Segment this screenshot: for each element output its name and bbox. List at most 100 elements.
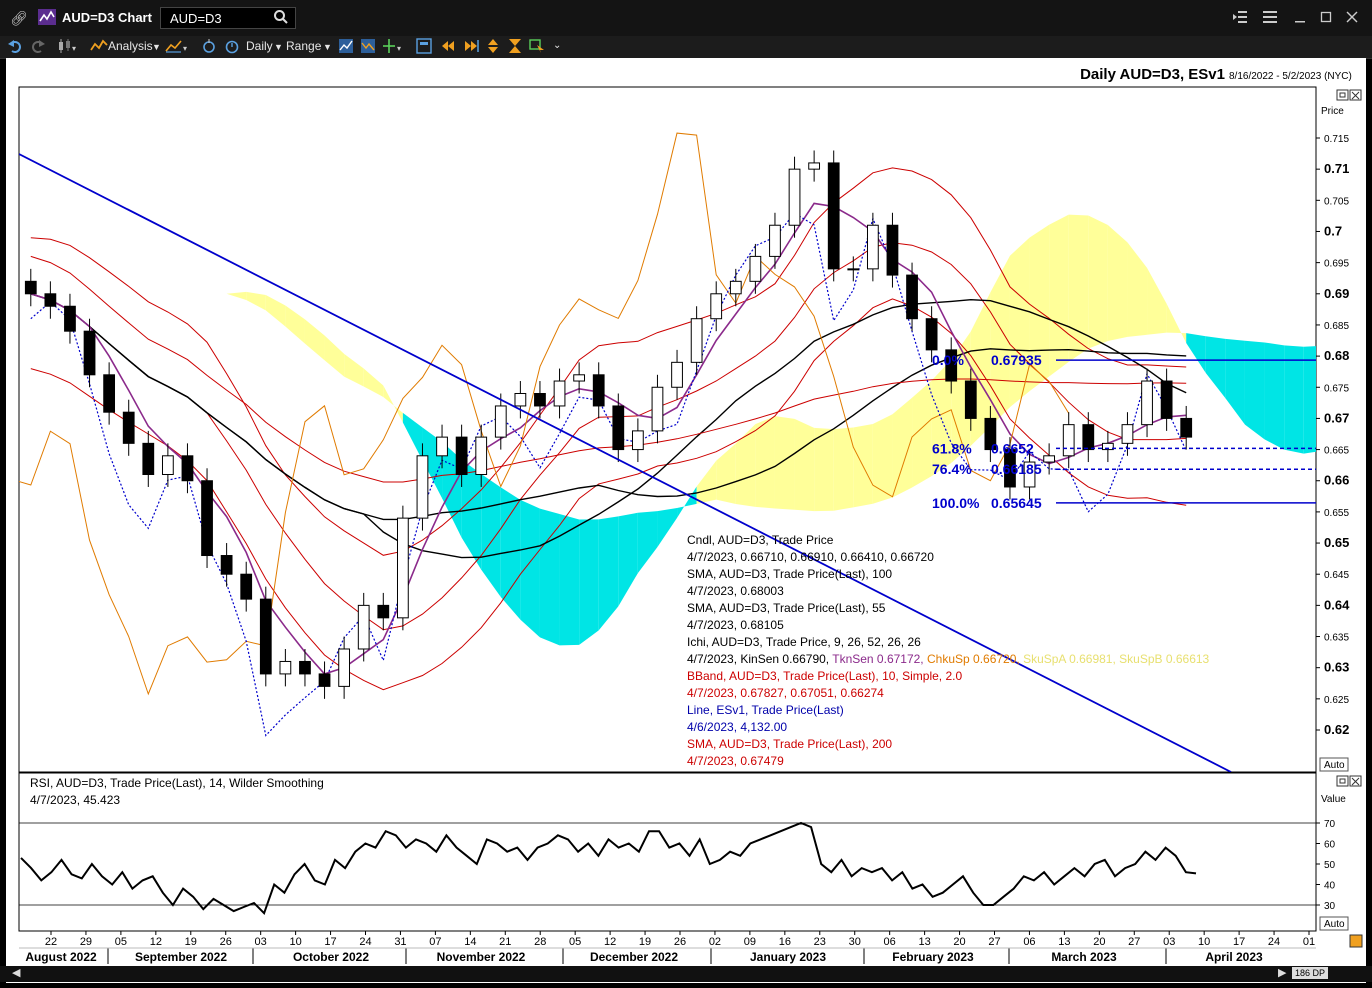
price-tick-label: 0.65 (1324, 535, 1349, 550)
cloud-segment (1244, 340, 1265, 440)
day-tick-label: 06 (884, 936, 896, 948)
month-label: April 2023 (1205, 950, 1263, 964)
range-select[interactable]: Range (286, 39, 321, 53)
day-tick-label: 17 (1233, 936, 1245, 948)
price-tick-label: 0.66 (1324, 473, 1349, 488)
cloud-segment (1107, 224, 1128, 342)
clock-icon[interactable] (224, 38, 242, 59)
day-tick-label: 26 (220, 936, 232, 948)
rsi-pane[interactable] (18, 772, 1317, 932)
search-icon[interactable] (274, 10, 288, 29)
cloud-segment (892, 397, 913, 498)
interval-select[interactable]: Daily (246, 39, 273, 53)
rsi-auto-label: Auto (1324, 919, 1345, 930)
legend-line: Line, ESv1, Trade Price(Last) (687, 703, 844, 717)
data-window-icon[interactable] (416, 38, 432, 59)
cloud-segment (1068, 214, 1089, 362)
day-tick-label: 20 (953, 936, 965, 948)
svg-text:▾: ▾ (397, 44, 401, 53)
redo-icon[interactable] (30, 38, 46, 59)
fib-level-value: 0.66185 (991, 461, 1042, 477)
price-tick-label: 0.705 (1324, 196, 1349, 207)
close-icon[interactable] (1346, 10, 1358, 27)
zoom-vertical-icon[interactable] (485, 38, 501, 59)
layout-icon[interactable] (1232, 10, 1248, 27)
price-tick-label: 0.715 (1324, 134, 1349, 145)
chart-toolbar: ▾ Analysis ▼ ▾ Daily ▼ Range ▼ ▾ ⌄ (0, 36, 1372, 59)
link-icon[interactable]: 🔗︎ (10, 9, 28, 27)
day-tick-label: 10 (1198, 936, 1210, 948)
price-axis-title: Price (1321, 106, 1344, 117)
day-tick-label: 09 (744, 936, 756, 948)
pane-restore-icon[interactable] (1336, 89, 1349, 101)
pane-restore-icon[interactable] (1336, 775, 1349, 787)
day-tick-label: 28 (534, 936, 546, 948)
price-tick-label: 0.62 (1324, 722, 1349, 737)
pane-controls[interactable] (1336, 89, 1362, 787)
price-tick-label: 0.685 (1324, 321, 1349, 332)
price-pane[interactable] (18, 86, 1317, 773)
day-tick-label: 16 (779, 936, 791, 948)
price-axis[interactable]: 0.715 0.71 0.705 0.7 0.695 0.69 0.685 0.68 0.675… (1316, 134, 1350, 737)
day-tick-label: 10 (289, 936, 301, 948)
undo-icon[interactable] (7, 38, 23, 59)
title-bar: 🔗︎ AUD=D3 Chart AUD=D3 (0, 0, 1372, 37)
crosshair-tool-icon[interactable]: ▾ (382, 38, 404, 59)
chart-date-range: 8/16/2022 - 5/2/2023 (NYC) (1229, 71, 1352, 82)
day-tick-label: 12 (604, 936, 616, 948)
scroll-left-icon[interactable] (440, 38, 456, 59)
corner-icon[interactable] (1349, 934, 1363, 948)
candle (416, 443, 429, 531)
price-tick-label: 0.68 (1324, 348, 1349, 363)
month-label: January 2023 (750, 950, 826, 964)
select-tool-icon[interactable] (529, 38, 545, 59)
legend-line: BBand, AUD=D3, Trade Price(Last), 10, Si… (687, 669, 962, 683)
analysis-menu[interactable]: Analysis (108, 39, 153, 53)
timeline-navigator[interactable]: ◀ ▶ 186 DP (0, 966, 1372, 982)
crosshair-icon[interactable] (201, 38, 219, 59)
rsi-tick-label: 40 (1324, 881, 1336, 892)
day-tick-label: 31 (394, 936, 406, 948)
drawing-tools-icon[interactable]: ▾ (165, 38, 189, 59)
time-axis[interactable]: 22 29 05 12 19 26 03 10 17 24 31 07 14 21 28 05 12 19 26 02… (19, 931, 1316, 964)
scroll-right-icon[interactable]: ▶ (1278, 966, 1286, 979)
scroll-left-icon[interactable]: ◀ (12, 966, 20, 979)
price-tick-label: 0.67 (1324, 410, 1349, 425)
legend-line: SMA, AUD=D3, Trade Price(Last), 55 (687, 601, 886, 615)
price-tick-label: 0.665 (1324, 446, 1349, 457)
day-tick-label: 30 (849, 936, 861, 948)
cloud-segment (579, 519, 599, 645)
chart-canvas[interactable]: Daily AUD=D3, ESv1 8/16/2022 - 5/2/2023 … (6, 58, 1366, 983)
chevron-down-icon[interactable]: ▼ (274, 42, 283, 52)
more-tools-icon[interactable]: ⌄ (553, 40, 561, 51)
chart-overlay-icon[interactable] (360, 38, 376, 59)
analysis-icon[interactable] (90, 38, 108, 59)
month-label: December 2022 (590, 950, 678, 964)
day-tick-label: 24 (1268, 936, 1280, 948)
fib-level-value: 0.6652 (991, 440, 1034, 456)
day-tick-label: 26 (674, 936, 686, 948)
day-tick-label: 06 (1023, 936, 1035, 948)
scroll-right-icon[interactable] (463, 38, 479, 59)
price-tick-label: 0.645 (1324, 570, 1349, 581)
day-tick-label: 02 (709, 936, 721, 948)
datapoints-badge: 186 DP (1292, 967, 1329, 979)
rsi-legend-value: 4/7/2023, 45.423 (30, 793, 120, 807)
price-tick-label: 0.71 (1324, 161, 1349, 176)
fib-level-value: 0.65645 (991, 495, 1042, 511)
chart-line-icon[interactable] (338, 38, 354, 59)
chevron-down-icon[interactable]: ▼ (323, 42, 332, 52)
maximize-icon[interactable] (1320, 10, 1332, 27)
rsi-axis[interactable]: 70 60 50 40 30 (1316, 819, 1336, 912)
chevron-down-icon[interactable]: ▼ (152, 42, 161, 52)
day-tick-label: 13 (1058, 936, 1070, 948)
rsi-tick-label: 50 (1324, 860, 1336, 871)
svg-text:▾: ▾ (183, 44, 187, 53)
minimize-icon[interactable] (1294, 10, 1306, 27)
fib-level-label: 76.4% (932, 461, 972, 477)
day-tick-label: 21 (499, 936, 511, 948)
menu-icon[interactable] (1262, 10, 1278, 27)
price-tick-label: 0.7 (1324, 223, 1342, 238)
candle-type-icon[interactable]: ▾ (56, 38, 78, 59)
zoom-fit-icon[interactable] (507, 38, 523, 59)
